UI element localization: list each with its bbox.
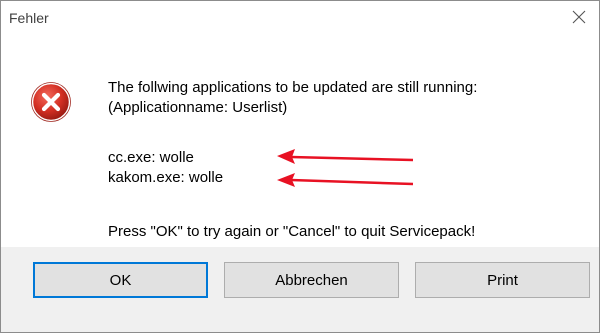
error-dialog: Fehler The follwing applications to be u… xyxy=(0,0,600,333)
dialog-title: Fehler xyxy=(9,10,49,26)
error-icon xyxy=(31,82,71,122)
message-line-2: (Applicationname: Userlist) xyxy=(108,99,288,116)
app-item-kakom: kakom.exe: wolle xyxy=(108,169,224,186)
app-item-cc: cc.exe: wolle xyxy=(108,149,194,166)
ok-button[interactable]: OK xyxy=(33,262,208,298)
close-icon xyxy=(572,10,586,24)
red-arrow-2 xyxy=(277,173,414,187)
red-arrow-1 xyxy=(277,149,414,164)
button-bar: OK Abbrechen Print xyxy=(1,247,599,332)
print-button[interactable]: Print xyxy=(415,262,590,298)
dialog-content: The follwing applications to be updated … xyxy=(1,33,599,247)
close-button[interactable] xyxy=(559,1,599,33)
cancel-button[interactable]: Abbrechen xyxy=(224,262,399,298)
title-bar: Fehler xyxy=(1,1,599,33)
instruction-text: Press "OK" to try again or "Cancel" to q… xyxy=(108,223,476,240)
message-line-1: The follwing applications to be updated … xyxy=(108,79,478,96)
